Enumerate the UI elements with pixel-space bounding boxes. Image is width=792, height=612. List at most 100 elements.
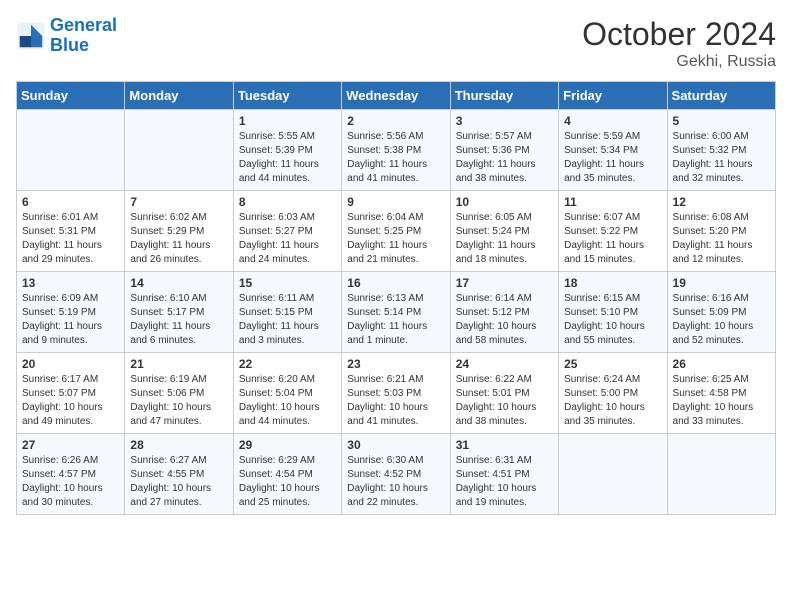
day-info: Sunrise: 6:15 AMSunset: 5:10 PMDaylight:… bbox=[564, 292, 661, 348]
day-number: 29 bbox=[239, 438, 336, 452]
day-info: Sunrise: 6:20 AMSunset: 5:04 PMDaylight:… bbox=[239, 373, 336, 429]
day-info: Sunrise: 6:07 AMSunset: 5:22 PMDaylight:… bbox=[564, 211, 661, 267]
week-row-2: 6Sunrise: 6:01 AMSunset: 5:31 PMDaylight… bbox=[17, 191, 776, 272]
day-header-thursday: Thursday bbox=[450, 82, 558, 110]
logo: General Blue bbox=[16, 16, 117, 56]
calendar-table: SundayMondayTuesdayWednesdayThursdayFrid… bbox=[16, 81, 776, 515]
day-info: Sunrise: 6:11 AMSunset: 5:15 PMDaylight:… bbox=[239, 292, 336, 348]
day-number: 10 bbox=[456, 195, 553, 209]
day-number: 8 bbox=[239, 195, 336, 209]
day-info: Sunrise: 6:09 AMSunset: 5:19 PMDaylight:… bbox=[22, 292, 119, 348]
calendar-cell: 17 Sunrise: 6:14 AMSunset: 5:12 PMDayligh… bbox=[450, 272, 558, 353]
day-info: Sunrise: 6:29 AMSunset: 4:54 PMDaylight:… bbox=[239, 454, 336, 510]
title-area: October 2024 Gekhi, Russia bbox=[582, 16, 776, 71]
calendar-cell: 6Sunrise: 6:01 AMSunset: 5:31 PMDaylight… bbox=[17, 191, 125, 272]
calendar-cell bbox=[17, 110, 125, 191]
calendar-cell: 20 Sunrise: 6:17 AMSunset: 5:07 PMDayligh… bbox=[17, 353, 125, 434]
day-info: Sunrise: 6:00 AMSunset: 5:32 PMDaylight:… bbox=[673, 130, 770, 186]
day-number: 1 bbox=[239, 114, 336, 128]
day-number: 21 bbox=[130, 357, 227, 371]
day-info: Sunrise: 6:19 AMSunset: 5:06 PMDaylight:… bbox=[130, 373, 227, 429]
day-number: 11 bbox=[564, 195, 661, 209]
day-info: Sunrise: 6:17 AMSunset: 5:07 PMDaylight:… bbox=[22, 373, 119, 429]
calendar-cell: 14 Sunrise: 6:10 AMSunset: 5:17 PMDayligh… bbox=[125, 272, 233, 353]
day-info: Sunrise: 6:04 AMSunset: 5:25 PMDaylight:… bbox=[347, 211, 444, 267]
calendar-cell: 26 Sunrise: 6:25 AMSunset: 4:58 PMDayligh… bbox=[667, 353, 775, 434]
day-number: 30 bbox=[347, 438, 444, 452]
day-info: Sunrise: 6:24 AMSunset: 5:00 PMDaylight:… bbox=[564, 373, 661, 429]
day-info: Sunrise: 6:31 AMSunset: 4:51 PMDaylight:… bbox=[456, 454, 553, 510]
day-header-sunday: Sunday bbox=[17, 82, 125, 110]
day-number: 2 bbox=[347, 114, 444, 128]
header-row: SundayMondayTuesdayWednesdayThursdayFrid… bbox=[17, 82, 776, 110]
day-number: 9 bbox=[347, 195, 444, 209]
day-number: 18 bbox=[564, 276, 661, 290]
calendar-cell: 19 Sunrise: 6:16 AMSunset: 5:09 PMDayligh… bbox=[667, 272, 775, 353]
day-header-saturday: Saturday bbox=[667, 82, 775, 110]
day-number: 31 bbox=[456, 438, 553, 452]
day-number: 7 bbox=[130, 195, 227, 209]
day-header-friday: Friday bbox=[559, 82, 667, 110]
day-number: 23 bbox=[347, 357, 444, 371]
day-number: 28 bbox=[130, 438, 227, 452]
logo-line2: Blue bbox=[50, 35, 89, 55]
week-row-4: 20 Sunrise: 6:17 AMSunset: 5:07 PMDayligh… bbox=[17, 353, 776, 434]
calendar-cell: 16Sunrise: 6:13 AMSunset: 5:14 PMDayligh… bbox=[342, 272, 450, 353]
calendar-cell: 18 Sunrise: 6:15 AMSunset: 5:10 PMDayligh… bbox=[559, 272, 667, 353]
calendar-cell: 2 Sunrise: 5:56 AMSunset: 5:38 PMDaylight… bbox=[342, 110, 450, 191]
calendar-cell: 1 Sunrise: 5:55 AMSunset: 5:39 PMDaylight… bbox=[233, 110, 341, 191]
calendar-cell: 9 Sunrise: 6:04 AMSunset: 5:25 PMDaylight… bbox=[342, 191, 450, 272]
calendar-cell: 10 Sunrise: 6:05 AMSunset: 5:24 PMDayligh… bbox=[450, 191, 558, 272]
day-number: 27 bbox=[22, 438, 119, 452]
day-info: Sunrise: 5:56 AMSunset: 5:38 PMDaylight:… bbox=[347, 130, 444, 186]
day-number: 22 bbox=[239, 357, 336, 371]
logo-icon bbox=[16, 21, 46, 51]
calendar-cell bbox=[125, 110, 233, 191]
page-container: General Blue October 2024 Gekhi, Russia … bbox=[16, 16, 776, 515]
day-number: 12 bbox=[673, 195, 770, 209]
month-title: October 2024 bbox=[582, 16, 776, 53]
calendar-cell: 25 Sunrise: 6:24 AMSunset: 5:00 PMDayligh… bbox=[559, 353, 667, 434]
day-header-monday: Monday bbox=[125, 82, 233, 110]
day-number: 15 bbox=[239, 276, 336, 290]
day-header-wednesday: Wednesday bbox=[342, 82, 450, 110]
day-number: 4 bbox=[564, 114, 661, 128]
day-info: Sunrise: 6:02 AMSunset: 5:29 PMDaylight:… bbox=[130, 211, 227, 267]
day-info: Sunrise: 6:05 AMSunset: 5:24 PMDaylight:… bbox=[456, 211, 553, 267]
day-number: 16 bbox=[347, 276, 444, 290]
day-info: Sunrise: 5:55 AMSunset: 5:39 PMDaylight:… bbox=[239, 130, 336, 186]
day-number: 26 bbox=[673, 357, 770, 371]
day-number: 13 bbox=[22, 276, 119, 290]
logo-text: General Blue bbox=[50, 16, 117, 56]
day-number: 17 bbox=[456, 276, 553, 290]
day-info: Sunrise: 6:01 AMSunset: 5:31 PMDaylight:… bbox=[22, 211, 119, 267]
day-info: Sunrise: 6:22 AMSunset: 5:01 PMDaylight:… bbox=[456, 373, 553, 429]
day-number: 19 bbox=[673, 276, 770, 290]
calendar-cell: 4 Sunrise: 5:59 AMSunset: 5:34 PMDaylight… bbox=[559, 110, 667, 191]
week-row-3: 13 Sunrise: 6:09 AMSunset: 5:19 PMDayligh… bbox=[17, 272, 776, 353]
day-header-tuesday: Tuesday bbox=[233, 82, 341, 110]
day-info: Sunrise: 6:26 AMSunset: 4:57 PMDaylight:… bbox=[22, 454, 119, 510]
calendar-cell: 13 Sunrise: 6:09 AMSunset: 5:19 PMDayligh… bbox=[17, 272, 125, 353]
day-info: Sunrise: 5:59 AMSunset: 5:34 PMDaylight:… bbox=[564, 130, 661, 186]
day-info: Sunrise: 6:25 AMSunset: 4:58 PMDaylight:… bbox=[673, 373, 770, 429]
calendar-cell: 5Sunrise: 6:00 AMSunset: 5:32 PMDaylight… bbox=[667, 110, 775, 191]
day-info: Sunrise: 6:08 AMSunset: 5:20 PMDaylight:… bbox=[673, 211, 770, 267]
day-number: 14 bbox=[130, 276, 227, 290]
calendar-cell: 23 Sunrise: 6:21 AMSunset: 5:03 PMDayligh… bbox=[342, 353, 450, 434]
calendar-cell bbox=[667, 434, 775, 515]
day-number: 20 bbox=[22, 357, 119, 371]
calendar-cell: 15 Sunrise: 6:11 AMSunset: 5:15 PMDayligh… bbox=[233, 272, 341, 353]
day-info: Sunrise: 6:30 AMSunset: 4:52 PMDaylight:… bbox=[347, 454, 444, 510]
day-info: Sunrise: 6:14 AMSunset: 5:12 PMDaylight:… bbox=[456, 292, 553, 348]
day-number: 25 bbox=[564, 357, 661, 371]
calendar-cell: 8Sunrise: 6:03 AMSunset: 5:27 PMDaylight… bbox=[233, 191, 341, 272]
day-info: Sunrise: 6:10 AMSunset: 5:17 PMDaylight:… bbox=[130, 292, 227, 348]
day-info: Sunrise: 6:27 AMSunset: 4:55 PMDaylight:… bbox=[130, 454, 227, 510]
calendar-cell: 12 Sunrise: 6:08 AMSunset: 5:20 PMDayligh… bbox=[667, 191, 775, 272]
day-info: Sunrise: 6:21 AMSunset: 5:03 PMDaylight:… bbox=[347, 373, 444, 429]
day-info: Sunrise: 6:16 AMSunset: 5:09 PMDaylight:… bbox=[673, 292, 770, 348]
day-number: 3 bbox=[456, 114, 553, 128]
day-number: 24 bbox=[456, 357, 553, 371]
location-title: Gekhi, Russia bbox=[582, 53, 776, 71]
